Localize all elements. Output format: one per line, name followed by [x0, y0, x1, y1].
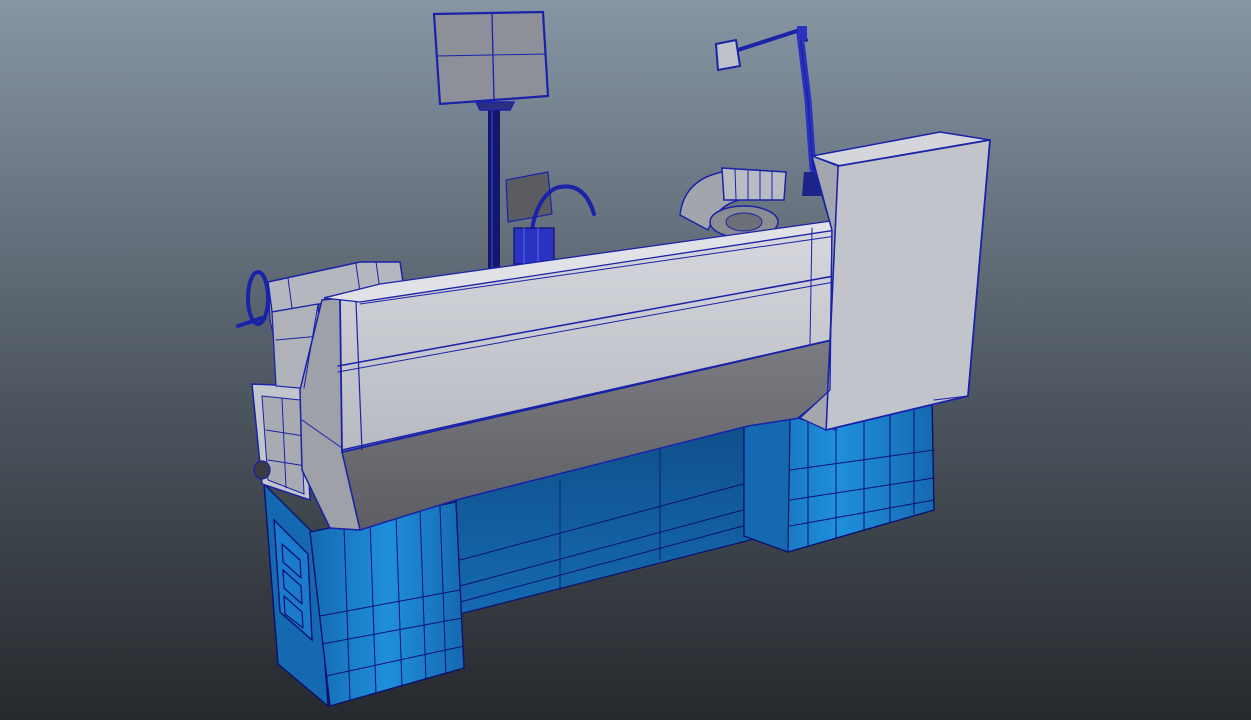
monitor-pole — [488, 103, 500, 273]
lamp-head — [714, 38, 742, 72]
monitor-mount — [474, 101, 516, 111]
lathe-render-canvas — [0, 0, 1251, 720]
right-cabinet-front — [825, 138, 991, 432]
monitor-screen — [432, 10, 550, 106]
render-viewport — [0, 0, 1251, 720]
